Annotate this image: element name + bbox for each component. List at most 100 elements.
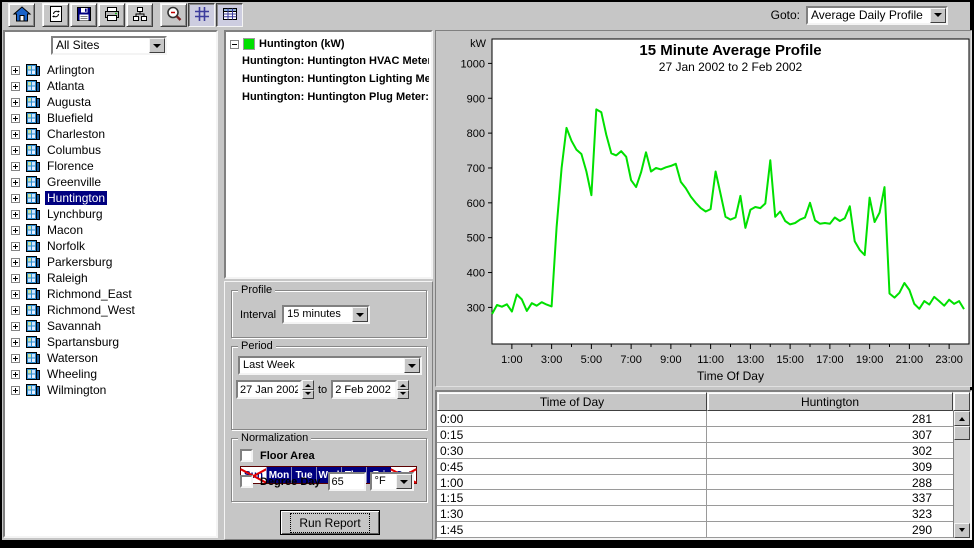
site-label[interactable]: Savannah: [45, 319, 103, 333]
site-label[interactable]: Columbus: [45, 143, 103, 157]
table-row[interactable]: 1:30323: [437, 506, 970, 522]
table-button[interactable]: [216, 3, 243, 27]
site-label[interactable]: Greenville: [45, 175, 103, 189]
site-tree-item-atlanta[interactable]: Atlanta: [5, 78, 216, 94]
site-tree-item-florence[interactable]: Florence: [5, 158, 216, 174]
expand-icon[interactable]: [11, 146, 20, 155]
scrollbar-thumb[interactable]: [954, 426, 970, 440]
site-tree-item-richmond_east[interactable]: Richmond_East: [5, 286, 216, 302]
goto-combobox[interactable]: Average Daily Profile: [806, 6, 948, 25]
expand-icon[interactable]: [11, 194, 20, 203]
expand-icon[interactable]: [11, 226, 20, 235]
site-label[interactable]: Florence: [45, 159, 96, 173]
site-label[interactable]: Bluefield: [45, 111, 95, 125]
start-date-field[interactable]: [236, 380, 302, 399]
goto-combobox-dropdown-button[interactable]: [930, 8, 946, 23]
site-filter-dropdown-button[interactable]: [149, 38, 165, 53]
expand-icon[interactable]: [11, 386, 20, 395]
table-header-site[interactable]: Huntington: [707, 392, 953, 411]
floor-area-checkbox[interactable]: [240, 449, 253, 462]
scroll-down-button[interactable]: [954, 523, 970, 538]
spin-down-icon[interactable]: [302, 390, 314, 400]
site-label[interactable]: Raleigh: [45, 271, 90, 285]
scroll-up-button[interactable]: [954, 411, 970, 426]
site-tree-item-lynchburg[interactable]: Lynchburg: [5, 206, 216, 222]
table-row[interactable]: 0:15307: [437, 427, 970, 443]
site-label[interactable]: Wheeling: [45, 367, 99, 381]
expand-icon[interactable]: [11, 306, 20, 315]
refresh-button[interactable]: [42, 3, 69, 27]
site-tree-item-huntington[interactable]: Huntington: [5, 190, 216, 206]
expand-icon[interactable]: [11, 162, 20, 171]
site-tree-item-arlington[interactable]: Arlington: [5, 62, 216, 78]
expand-icon[interactable]: [11, 210, 20, 219]
site-label[interactable]: Waterson: [45, 351, 100, 365]
site-label[interactable]: Macon: [45, 223, 85, 237]
interval-dropdown-button[interactable]: [352, 307, 368, 322]
site-label[interactable]: Arlington: [45, 63, 96, 77]
site-tree-item-spartansburg[interactable]: Spartansburg: [5, 334, 216, 350]
site-tree-item-augusta[interactable]: Augusta: [5, 94, 216, 110]
site-tree-item-macon[interactable]: Macon: [5, 222, 216, 238]
site-label[interactable]: Wilmington: [45, 383, 108, 397]
print-button[interactable]: [98, 3, 125, 27]
legend-root-row[interactable]: Huntington (kW): [228, 36, 429, 52]
start-date-spinner[interactable]: [302, 380, 314, 399]
site-tree-item-greenville[interactable]: Greenville: [5, 174, 216, 190]
site-label[interactable]: Parkersburg: [45, 255, 114, 269]
expand-icon[interactable]: [11, 130, 20, 139]
expand-icon[interactable]: [11, 290, 20, 299]
spin-up-icon[interactable]: [302, 380, 314, 390]
expand-icon[interactable]: [11, 370, 20, 379]
site-tree-item-waterson[interactable]: Waterson: [5, 350, 216, 366]
expand-icon[interactable]: [11, 242, 20, 251]
expand-icon[interactable]: [11, 114, 20, 123]
site-label[interactable]: Lynchburg: [45, 207, 105, 221]
site-tree-item-raleigh[interactable]: Raleigh: [5, 270, 216, 286]
degree-unit-dropdown-button[interactable]: [396, 474, 412, 489]
period-range-dropdown-button[interactable]: [404, 358, 420, 373]
expand-icon[interactable]: [11, 354, 20, 363]
table-row[interactable]: 1:15337: [437, 490, 970, 506]
interval-combobox[interactable]: 15 minutes: [282, 305, 370, 324]
end-date-spinner[interactable]: [397, 380, 409, 399]
expand-icon[interactable]: [11, 82, 20, 91]
table-row[interactable]: 1:45290: [437, 522, 970, 538]
site-tree-item-wilmington[interactable]: Wilmington: [5, 382, 216, 398]
end-date-field[interactable]: [331, 380, 397, 399]
degree-day-value-field[interactable]: [328, 472, 366, 491]
table-row[interactable]: 0:30302: [437, 443, 970, 459]
zoom-out-button[interactable]: [160, 3, 187, 27]
collapse-icon[interactable]: [230, 40, 239, 49]
legend-child-item[interactable]: Huntington: Huntington HVAC Meter: H...: [228, 52, 429, 70]
site-label[interactable]: Atlanta: [45, 79, 86, 93]
site-tree-item-norfolk[interactable]: Norfolk: [5, 238, 216, 254]
expand-icon[interactable]: [11, 98, 20, 107]
spin-down-icon[interactable]: [397, 390, 409, 400]
scrollbar-track[interactable]: [954, 440, 970, 523]
site-filter-combobox[interactable]: All Sites: [51, 36, 167, 55]
site-tree-item-columbus[interactable]: Columbus: [5, 142, 216, 158]
table-row[interactable]: 0:00281: [437, 411, 970, 427]
table-scrollbar[interactable]: [953, 411, 970, 538]
site-label[interactable]: Spartansburg: [45, 335, 121, 349]
table-header-time[interactable]: Time of Day: [437, 392, 707, 411]
site-label[interactable]: Norfolk: [45, 239, 87, 253]
expand-icon[interactable]: [11, 274, 20, 283]
site-tree-item-bluefield[interactable]: Bluefield: [5, 110, 216, 126]
site-tree-item-charleston[interactable]: Charleston: [5, 126, 216, 142]
home-button[interactable]: [8, 3, 35, 27]
legend-child-item[interactable]: Huntington: Huntington Lighting Meter:..…: [228, 70, 429, 88]
expand-icon[interactable]: [11, 258, 20, 267]
site-tree-item-richmond_west[interactable]: Richmond_West: [5, 302, 216, 318]
site-label[interactable]: Charleston: [45, 127, 107, 141]
save-button[interactable]: [70, 3, 97, 27]
site-label[interactable]: Richmond_East: [45, 287, 134, 301]
degree-day-checkbox[interactable]: [240, 475, 253, 488]
site-tree-item-savannah[interactable]: Savannah: [5, 318, 216, 334]
period-range-combobox[interactable]: Last Week: [238, 356, 422, 375]
table-row[interactable]: 1:00288: [437, 475, 970, 491]
site-label[interactable]: Huntington: [45, 191, 107, 205]
grid-button[interactable]: [188, 3, 215, 27]
expand-icon[interactable]: [11, 322, 20, 331]
